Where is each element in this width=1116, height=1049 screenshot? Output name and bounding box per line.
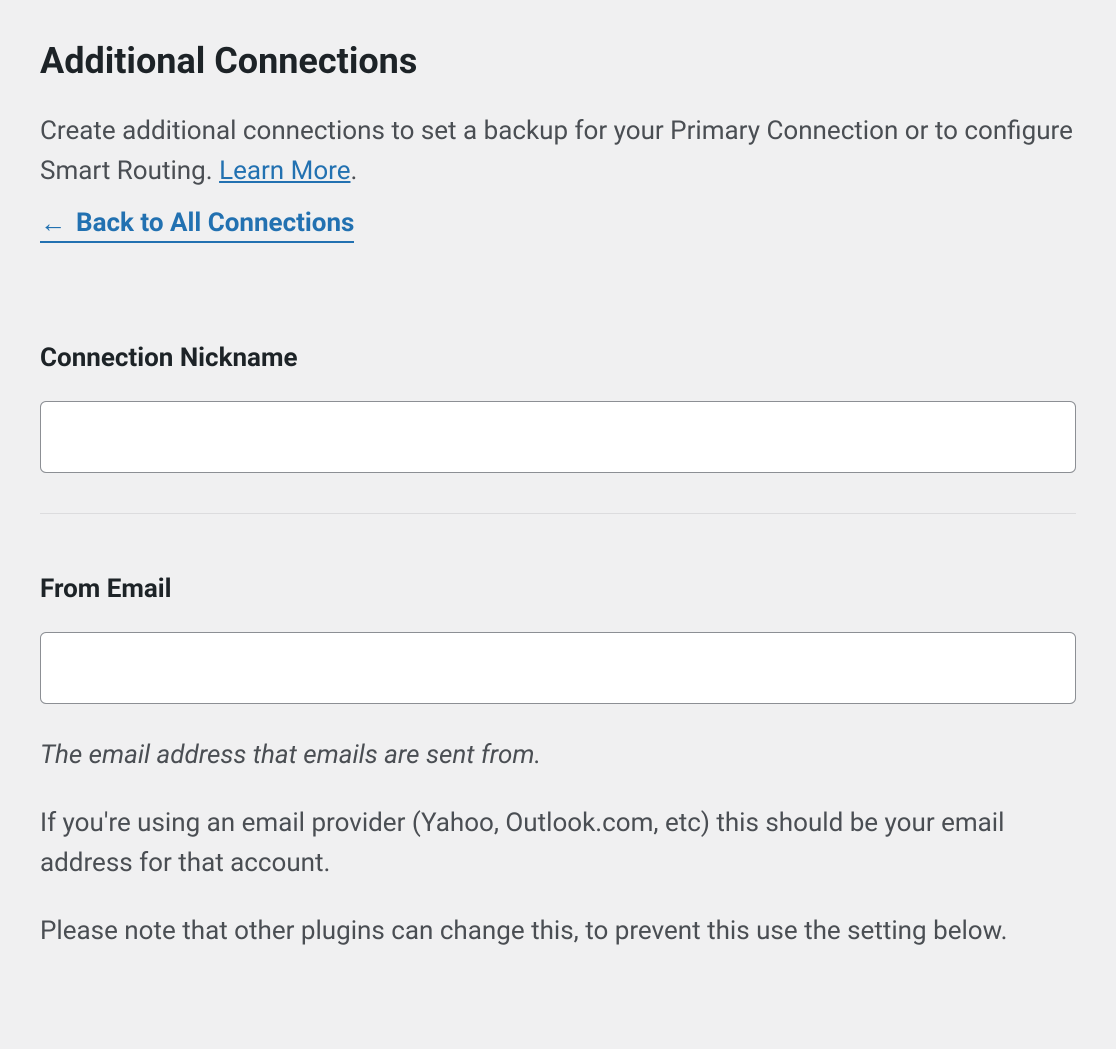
connection-nickname-input[interactable] xyxy=(40,401,1076,473)
from-email-help-2: Please note that other plugins can chang… xyxy=(40,911,1076,951)
connection-nickname-section: Connection Nickname xyxy=(40,343,1076,473)
arrow-left-icon: ← xyxy=(40,208,66,239)
learn-more-link[interactable]: Learn More xyxy=(219,156,350,186)
from-email-input[interactable] xyxy=(40,632,1076,704)
description-text: Create additional connections to set a b… xyxy=(40,116,1073,186)
connection-nickname-label: Connection Nickname xyxy=(40,343,1076,373)
from-email-section: From Email The email address that emails… xyxy=(40,574,1076,952)
page-description: Create additional connections to set a b… xyxy=(40,111,1076,192)
back-link-label: Back to All Connections xyxy=(76,208,354,238)
section-divider xyxy=(40,513,1076,514)
back-to-connections-link[interactable]: ← Back to All Connections xyxy=(40,208,354,243)
description-suffix: . xyxy=(351,156,358,186)
from-email-help-1: If you're using an email provider (Yahoo… xyxy=(40,803,1076,884)
from-email-help-italic: The email address that emails are sent f… xyxy=(40,736,1076,775)
from-email-label: From Email xyxy=(40,574,1076,604)
page-title: Additional Connections xyxy=(40,40,1076,83)
